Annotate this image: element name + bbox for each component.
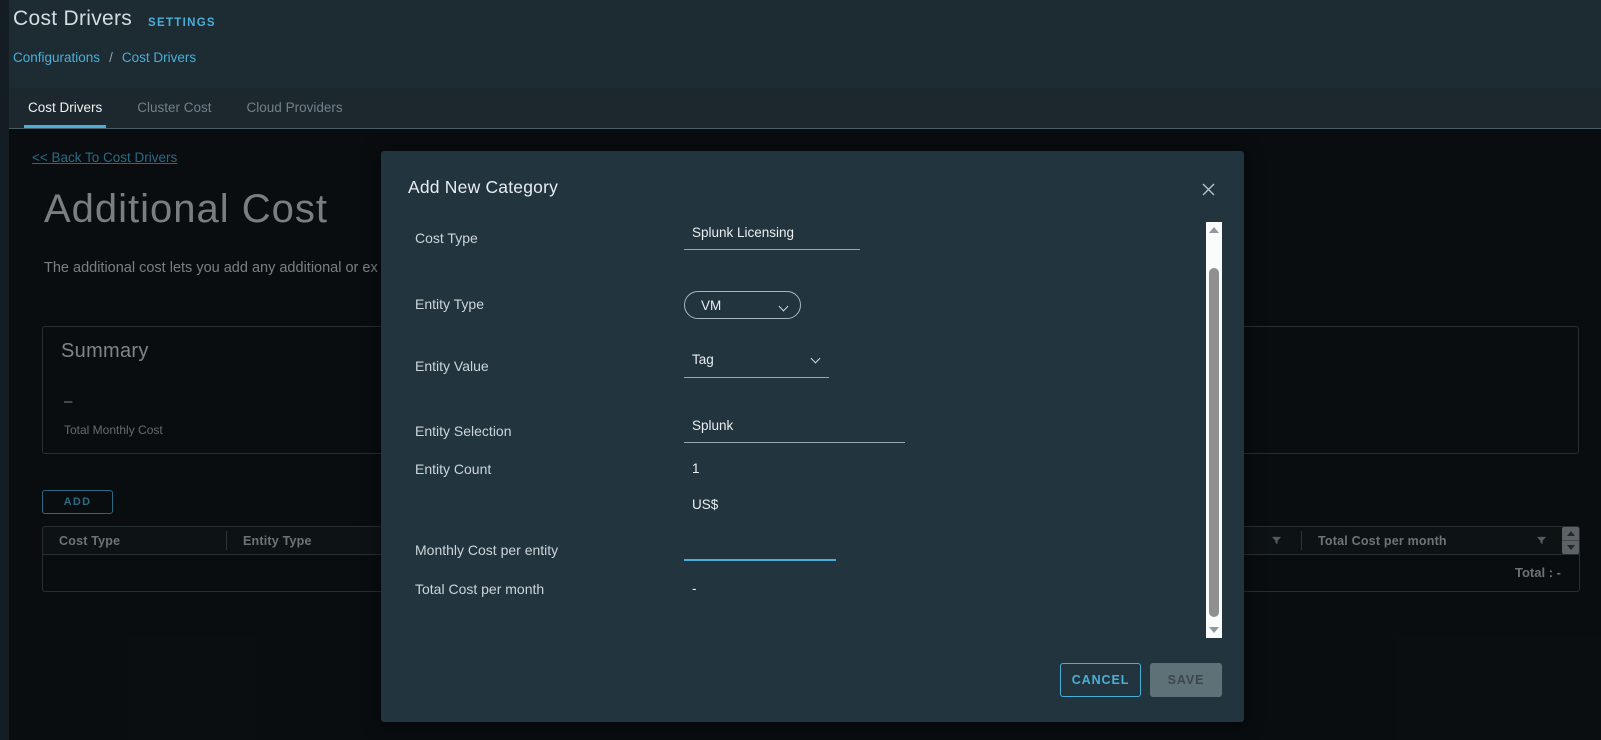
modal-scrollbar-thumb[interactable] bbox=[1209, 268, 1219, 617]
modal-scrollbar-track[interactable] bbox=[1206, 222, 1222, 638]
tab-bar: Cost Drivers Cluster Cost Cloud Provider… bbox=[0, 88, 1601, 129]
breadcrumb: Configurations / Cost Drivers bbox=[13, 50, 196, 65]
header: Cost Drivers SETTINGS Configurations / Cos… bbox=[0, 0, 1601, 88]
chevron-down-icon bbox=[779, 302, 789, 312]
cancel-button[interactable]: CANCEL bbox=[1060, 663, 1141, 697]
entity-value-value: Tag bbox=[692, 352, 714, 367]
entity-selection-label: Entity Selection bbox=[415, 423, 512, 439]
entity-selection-input[interactable] bbox=[684, 415, 905, 443]
entity-value-select[interactable]: Tag bbox=[684, 350, 829, 378]
breadcrumb-cost-drivers[interactable]: Cost Drivers bbox=[122, 50, 196, 65]
entity-count-label: Entity Count bbox=[415, 461, 491, 477]
tab-cost-drivers[interactable]: Cost Drivers bbox=[28, 88, 102, 128]
save-button[interactable]: SAVE bbox=[1150, 663, 1222, 697]
settings-link[interactable]: SETTINGS bbox=[148, 17, 216, 29]
close-icon bbox=[1201, 182, 1216, 197]
modal-title: Add New Category bbox=[408, 177, 558, 198]
cost-type-input[interactable] bbox=[684, 222, 860, 250]
cost-type-label: Cost Type bbox=[415, 230, 478, 246]
page-title: Cost Drivers bbox=[13, 7, 132, 31]
total-cost-value: - bbox=[692, 581, 697, 597]
entity-count-value: 1 bbox=[692, 461, 700, 477]
entity-type-select[interactable]: VM bbox=[684, 291, 801, 319]
scroll-up-icon[interactable] bbox=[1209, 227, 1219, 233]
chevron-down-icon bbox=[811, 354, 821, 364]
close-button[interactable] bbox=[1197, 178, 1219, 200]
entity-type-value: VM bbox=[701, 298, 721, 313]
entity-value-label: Entity Value bbox=[415, 358, 489, 374]
page-left-gutter bbox=[0, 0, 9, 740]
breadcrumb-separator: / bbox=[109, 50, 113, 65]
monthly-cost-input[interactable] bbox=[684, 533, 836, 561]
tab-cloud-providers[interactable]: Cloud Providers bbox=[247, 88, 343, 128]
add-new-category-modal: Add New Category Cost Type Entity Type V… bbox=[381, 151, 1244, 722]
tab-cluster-cost[interactable]: Cluster Cost bbox=[137, 88, 211, 128]
total-cost-label: Total Cost per month bbox=[415, 581, 544, 597]
breadcrumb-configurations[interactable]: Configurations bbox=[13, 50, 100, 65]
scroll-down-icon[interactable] bbox=[1209, 627, 1219, 633]
monthly-cost-label: Monthly Cost per entity bbox=[415, 542, 558, 558]
currency-label: US$ bbox=[692, 497, 718, 513]
entity-type-label: Entity Type bbox=[415, 296, 484, 312]
